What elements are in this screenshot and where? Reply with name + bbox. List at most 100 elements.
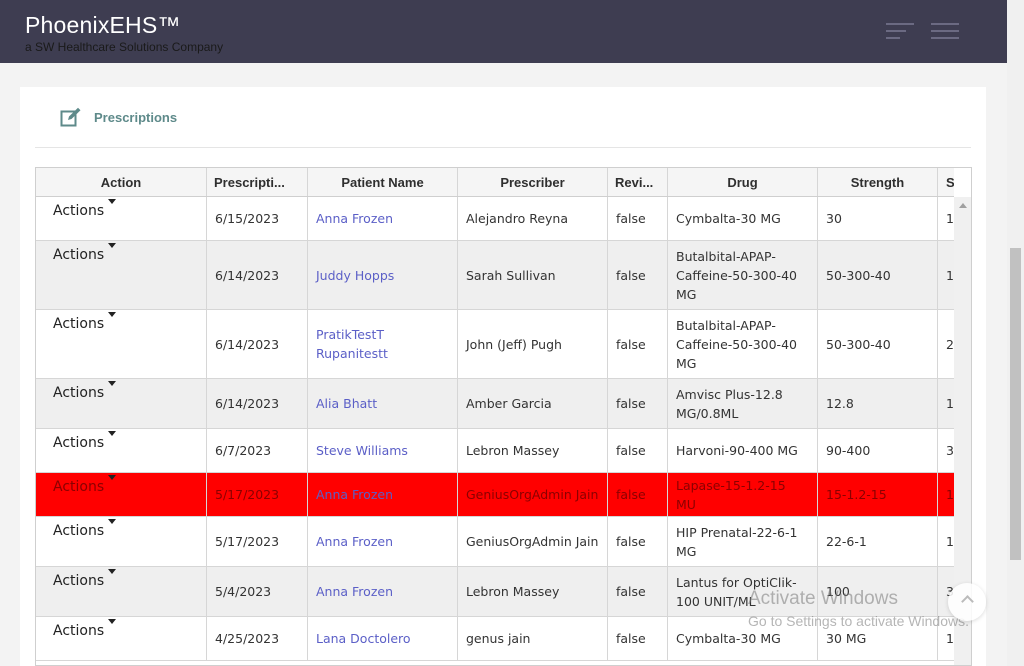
column-header-reviewed[interactable]: Revi... xyxy=(608,168,668,196)
caret-down-icon xyxy=(108,381,117,386)
table-row[interactable]: Actions 4/25/2023 Lana Doctolero genus jain… xyxy=(36,617,954,661)
reviewed-cell: false xyxy=(608,429,668,472)
action-label: Actions xyxy=(53,435,105,451)
action-dropdown[interactable]: Actions xyxy=(36,241,207,309)
reviewed-cell: false xyxy=(608,197,668,240)
patient-name-link[interactable]: Anna Frozen xyxy=(308,197,458,240)
caret-down-icon xyxy=(108,312,117,317)
column-header-strength[interactable]: Strength xyxy=(818,168,938,196)
column-header-action[interactable]: Action xyxy=(36,168,207,196)
sidebar-toggle-icon[interactable] xyxy=(886,23,914,41)
caret-down-icon xyxy=(108,243,117,248)
action-dropdown[interactable]: Actions xyxy=(36,310,207,378)
action-dropdown[interactable]: Actions xyxy=(36,197,207,240)
scroll-up-arrow-icon[interactable] xyxy=(959,203,967,208)
table-row[interactable]: Actions 5/17/2023 Anna Frozen GeniusOrgAdmi… xyxy=(36,473,954,517)
table-row[interactable]: Actions 6/14/2023 Alia Bhatt Amber Garcia fa… xyxy=(36,379,954,429)
prescription-date-cell: 5/17/2023 xyxy=(207,473,308,516)
brand-logo[interactable]: PhoenixEHS™ a SW Healthcare Solutions Co… xyxy=(25,12,223,54)
s-cell: 1 xyxy=(946,534,954,549)
strength-cell: 90-400 xyxy=(818,429,938,472)
strength-cell: 15-1.2-15 xyxy=(818,473,938,516)
drug-cell: Butalbital-APAP-Caffeine-50-300-40 MG xyxy=(668,310,818,378)
drug-cell: Amvisc Plus-12.8 MG/0.8ML xyxy=(668,379,818,428)
reviewed-cell: false xyxy=(608,567,668,616)
prescription-date-cell: 6/15/2023 xyxy=(207,197,308,240)
table-row[interactable]: Actions 6/15/2023 Anna Frozen Alejandro Rey… xyxy=(36,197,954,241)
patient-name-link[interactable]: Anna Frozen xyxy=(308,473,458,516)
action-dropdown[interactable]: Actions xyxy=(36,567,207,616)
grid-header-row: Action Prescripti... Patient Name Prescr… xyxy=(36,168,954,197)
prescription-date-cell: 5/4/2023 xyxy=(207,567,308,616)
strength-cell: 22-6-1 xyxy=(818,517,938,566)
patient-name-link[interactable]: Anna Frozen xyxy=(308,567,458,616)
prescriptions-grid: Action Prescripti... Patient Name Prescr… xyxy=(35,167,972,666)
prescription-date-cell: 6/14/2023 xyxy=(207,379,308,428)
chevron-up-icon xyxy=(961,595,974,608)
top-navbar: PhoenixEHS™ a SW Healthcare Solutions Co… xyxy=(0,0,1007,63)
patient-name-link[interactable]: Juddy Hopps xyxy=(308,241,458,309)
drug-cell: Cymbalta-30 MG xyxy=(668,617,818,660)
patient-name-link[interactable]: PratikTestT Rupanitestt xyxy=(308,310,458,378)
drug-cell: HIP Prenatal-22-6-1 MG xyxy=(668,517,818,566)
scroll-to-top-button[interactable] xyxy=(948,583,986,621)
action-dropdown[interactable]: Actions xyxy=(36,379,207,428)
drug-cell: Lantus for OptiClik-100 UNIT/ML xyxy=(668,567,818,616)
drug-cell: Cymbalta-30 MG xyxy=(668,197,818,240)
brand-subtitle: a SW Healthcare Solutions Company xyxy=(25,40,224,54)
drug-cell: Harvoni-90-400 MG xyxy=(668,429,818,472)
patient-name-link[interactable]: Alia Bhatt xyxy=(308,379,458,428)
s-cell: 1 xyxy=(946,631,954,646)
patient-name-link[interactable]: Lana Doctolero xyxy=(308,617,458,660)
table-row[interactable]: Actions 6/7/2023 Steve Williams Lebron Mass… xyxy=(36,429,954,473)
column-header-drug[interactable]: Drug xyxy=(668,168,818,196)
action-dropdown[interactable]: Actions xyxy=(36,517,207,566)
hamburger-menu-icon[interactable] xyxy=(931,23,959,41)
action-label: Actions xyxy=(53,203,105,219)
prescriber-cell: GeniusOrgAdmin Jain xyxy=(458,473,608,516)
action-dropdown[interactable]: Actions xyxy=(36,617,207,660)
reviewed-cell: false xyxy=(608,473,668,516)
column-header-prescription-date[interactable]: Prescripti... xyxy=(207,168,308,196)
prescriber-cell: genus jain xyxy=(458,617,608,660)
s-cell: 1 xyxy=(946,487,954,502)
reviewed-cell: false xyxy=(608,617,668,660)
s-cell: 1 xyxy=(946,267,954,283)
page-scrollbar-thumb[interactable] xyxy=(1010,248,1021,560)
prescription-date-cell: 5/17/2023 xyxy=(207,517,308,566)
caret-down-icon xyxy=(108,475,117,480)
page-scrollbar[interactable] xyxy=(1007,0,1024,666)
brand-title: PhoenixEHS™ xyxy=(25,12,181,38)
drug-cell: Lapase-15-1.2-15 MU xyxy=(668,473,818,516)
edit-icon xyxy=(60,107,81,127)
table-row[interactable]: Actions 6/14/2023 Juddy Hopps Sarah Sulliva… xyxy=(36,241,954,310)
action-label: Actions xyxy=(53,623,105,639)
grid-body: Actions 6/15/2023 Anna Frozen Alejandro Rey… xyxy=(36,197,954,661)
table-row[interactable]: Actions 5/4/2023 Anna Frozen Lebron Massey f… xyxy=(36,567,954,617)
column-header-s[interactable]: S xyxy=(938,168,954,196)
table-row[interactable]: Actions 6/14/2023 PratikTestT Rupanitestt J… xyxy=(36,310,954,379)
action-dropdown[interactable]: Actions xyxy=(36,473,207,516)
table-row[interactable]: Actions 5/17/2023 Anna Frozen GeniusOrgAdmi… xyxy=(36,517,954,567)
s-cell: 1 xyxy=(946,396,954,411)
patient-name-link[interactable]: Steve Williams xyxy=(308,429,458,472)
reviewed-cell: false xyxy=(608,310,668,378)
caret-down-icon xyxy=(108,199,117,204)
action-label: Actions xyxy=(53,385,105,401)
prescriber-cell: Amber Garcia xyxy=(458,379,608,428)
strength-cell: 50-300-40 xyxy=(818,310,938,378)
action-dropdown[interactable]: Actions xyxy=(36,429,207,472)
action-label: Actions xyxy=(53,316,105,332)
reviewed-cell: false xyxy=(608,241,668,309)
prescription-date-cell: 4/25/2023 xyxy=(207,617,308,660)
divider xyxy=(35,147,971,148)
s-cell: 1 xyxy=(946,211,954,226)
strength-cell: 30 MG xyxy=(818,617,938,660)
patient-name-link[interactable]: Anna Frozen xyxy=(308,517,458,566)
s-cell: 3 xyxy=(946,443,954,458)
prescription-date-cell: 6/14/2023 xyxy=(207,310,308,378)
prescriber-cell: Lebron Massey xyxy=(458,567,608,616)
column-header-patient-name[interactable]: Patient Name xyxy=(308,168,458,196)
column-header-prescriber[interactable]: Prescriber xyxy=(458,168,608,196)
prescriber-cell: John (Jeff) Pugh xyxy=(458,310,608,378)
